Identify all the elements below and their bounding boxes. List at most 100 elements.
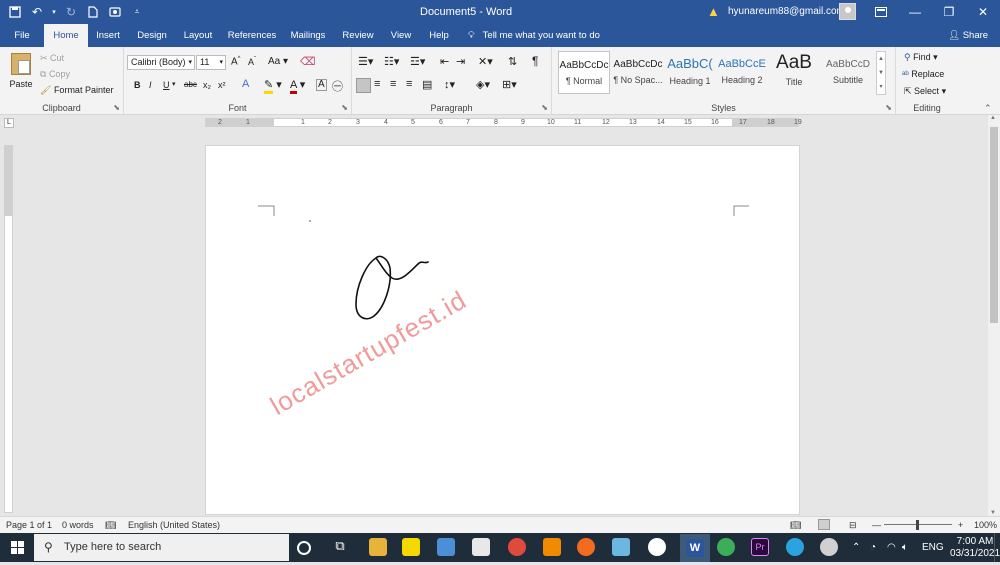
task-view-icon[interactable]: ⧉ xyxy=(331,538,349,556)
restore-icon[interactable]: ❐ xyxy=(932,0,966,24)
clear-formatting-icon[interactable]: ⌫ xyxy=(300,55,316,68)
styles-launcher-icon[interactable]: ⬊ xyxy=(885,103,892,112)
undo-icon[interactable]: ↶ xyxy=(28,3,46,21)
replace-button[interactable]: ᵃᵇ Replace xyxy=(902,69,944,79)
align-left-icon[interactable] xyxy=(356,78,371,93)
read-mode-icon[interactable]: 📖︎ xyxy=(790,520,801,531)
tab-selector[interactable]: L xyxy=(4,118,14,128)
numbering-icon[interactable]: ☷▾ xyxy=(384,55,399,68)
clipboard-launcher-icon[interactable]: ⬊ xyxy=(113,103,120,112)
bold-button[interactable]: B xyxy=(134,80,141,90)
highlight-icon[interactable]: ✎ ▾ xyxy=(264,78,282,94)
chrome-icon[interactable] xyxy=(508,538,526,556)
tab-view[interactable]: View xyxy=(384,24,418,47)
scroll-up-icon[interactable]: ▲ xyxy=(990,115,996,121)
paste-button[interactable]: Paste xyxy=(6,51,36,93)
decrease-indent-icon[interactable]: ⇤ xyxy=(440,55,449,68)
collapse-ribbon-icon[interactable]: ⌃ xyxy=(984,103,992,114)
app-icon[interactable] xyxy=(820,538,838,556)
ribbon-display-options-icon[interactable] xyxy=(864,0,898,24)
tab-review[interactable]: Review xyxy=(337,24,379,47)
shrink-font-button[interactable]: Aˇ xyxy=(248,57,256,67)
tell-me-search[interactable]: 💡︎ Tell me what you want to do xyxy=(468,24,600,47)
distributed-icon[interactable]: ▤ xyxy=(422,78,432,91)
enclose-characters-icon[interactable]: ㊀ xyxy=(332,78,343,94)
cut-button[interactable]: ✂ Cut xyxy=(40,53,64,64)
sticky-notes-icon[interactable] xyxy=(402,538,420,556)
font-name-combo[interactable]: Calibri (Body) ▾ xyxy=(127,55,195,70)
format-painter-button[interactable]: 🖌︎ Format Painter xyxy=(40,85,113,96)
find-button[interactable]: ⚲ Find ▾ xyxy=(904,52,938,63)
page-count[interactable]: Page 1 of 1 xyxy=(6,520,52,530)
style-no-spacing[interactable]: AaBbCcDc ¶ No Spac... xyxy=(612,51,664,94)
tab-mailings[interactable]: Mailings xyxy=(285,24,331,47)
shading-icon[interactable]: ◈▾ xyxy=(476,78,490,91)
touch-mode-icon[interactable] xyxy=(106,3,124,21)
close-icon[interactable]: ✕ xyxy=(966,0,1000,24)
change-case-button[interactable]: Aa ▾ xyxy=(268,56,288,67)
zoom-thumb[interactable] xyxy=(916,520,919,530)
save-icon[interactable] xyxy=(6,3,24,21)
web-layout-icon[interactable]: ⊟ xyxy=(849,520,857,531)
share-button[interactable]: 👤︎ Share xyxy=(948,24,988,47)
wifi-icon[interactable]: ◠ xyxy=(887,533,896,562)
text-effects-icon[interactable]: A xyxy=(242,78,249,90)
avatar[interactable] xyxy=(839,3,856,20)
font-color-icon[interactable]: A ▾ xyxy=(290,78,305,94)
premiere-icon[interactable]: Pr xyxy=(751,538,769,556)
style-heading-2[interactable]: AaBbCcE Heading 2 xyxy=(716,51,768,94)
asian-layout-icon[interactable]: ✕▾ xyxy=(478,55,493,68)
underline-button[interactable]: U xyxy=(163,80,170,90)
clock[interactable]: 7:00 AM 03/31/2021 xyxy=(950,536,1000,565)
file-explorer-icon[interactable] xyxy=(369,538,387,556)
justify-icon[interactable]: ≡ xyxy=(406,78,412,90)
customize-qat-icon[interactable]: ⩡ xyxy=(128,3,146,21)
superscript-button[interactable]: x² xyxy=(218,80,226,90)
tab-layout[interactable]: Layout xyxy=(178,24,218,47)
redo-icon[interactable]: ↻ xyxy=(62,3,80,21)
bullets-icon[interactable]: ☰▾ xyxy=(358,55,373,68)
document-page[interactable] xyxy=(205,145,800,515)
volume-icon[interactable]: 🔈︎ xyxy=(902,533,908,562)
font-size-combo[interactable]: 11 ▾ xyxy=(196,55,226,70)
warning-icon[interactable]: ▲ xyxy=(707,4,720,19)
tab-home[interactable]: Home xyxy=(44,24,88,47)
sort-icon[interactable]: ⇅ xyxy=(508,55,517,68)
paragraph-launcher-icon[interactable]: ⬊ xyxy=(541,103,548,112)
tab-references[interactable]: References xyxy=(224,24,280,47)
scroll-thumb[interactable] xyxy=(990,127,998,323)
align-right-icon[interactable]: ≡ xyxy=(390,78,396,90)
select-button[interactable]: ⇱ Select ▾ xyxy=(904,86,946,97)
vlc-icon[interactable] xyxy=(543,538,561,556)
app-icon[interactable] xyxy=(648,538,666,556)
print-layout-icon[interactable] xyxy=(818,519,830,530)
network-icon[interactable]: ◔ xyxy=(870,533,876,562)
new-document-icon[interactable] xyxy=(84,3,102,21)
copy-button[interactable]: ⧉ Copy xyxy=(40,69,70,80)
style-heading-1[interactable]: AaBbC(Heading 1 xyxy=(664,51,716,94)
font-launcher-icon[interactable]: ⬊ xyxy=(341,103,348,112)
style-subtitle[interactable]: AaBbCcD Subtitle xyxy=(822,51,874,94)
store-icon[interactable] xyxy=(472,538,490,556)
input-language[interactable]: ENG xyxy=(922,533,944,562)
horizontal-ruler[interactable]: 2 1 1 2 3 4 5 6 7 8 9 10 11 12 13 14 15 … xyxy=(205,118,802,127)
show-marks-button[interactable]: ¶ xyxy=(532,54,538,68)
word-taskbar-button[interactable]: W xyxy=(680,534,710,562)
vertical-ruler[interactable] xyxy=(4,145,13,513)
app-icon[interactable] xyxy=(612,538,630,556)
italic-button[interactable]: I xyxy=(149,80,152,90)
language[interactable]: English (United States) xyxy=(128,520,220,530)
cortana-icon[interactable] xyxy=(297,541,311,555)
line-spacing-icon[interactable]: ↕▾ xyxy=(444,78,455,91)
character-shading-icon[interactable]: A xyxy=(316,79,327,91)
subscript-button[interactable]: x₂ xyxy=(203,80,211,90)
multilevel-list-icon[interactable]: ☲▾ xyxy=(410,55,425,68)
account-email[interactable]: hyunareum88@gmail.com xyxy=(728,6,845,17)
show-desktop-button[interactable] xyxy=(994,533,1000,562)
align-center-icon[interactable]: ≡ xyxy=(374,78,380,90)
minimize-icon[interactable]: — xyxy=(898,0,932,24)
app-icon[interactable] xyxy=(717,538,735,556)
proofing-icon[interactable]: 📖︎ xyxy=(105,520,116,531)
app-icon[interactable] xyxy=(437,538,455,556)
tab-design[interactable]: Design xyxy=(132,24,172,47)
